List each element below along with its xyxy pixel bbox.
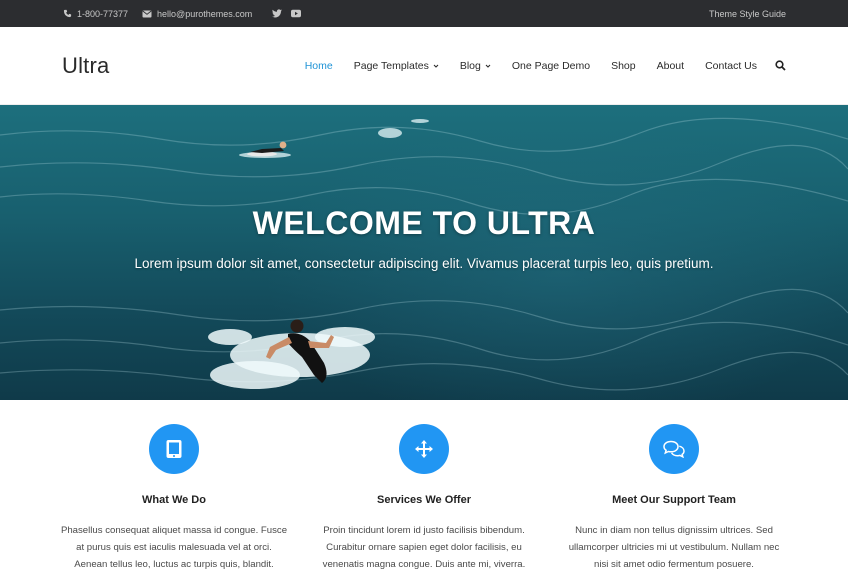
features-section: What We Do Phasellus consequat aliquet m…: [0, 400, 848, 582]
hero-banner: WELCOME TO ULTRA Lorem ipsum dolor sit a…: [0, 105, 848, 400]
nav-label: Shop: [611, 59, 636, 72]
site-logo[interactable]: Ultra: [62, 53, 109, 79]
phone-number: 1-800-77377: [77, 8, 129, 19]
ocean-surfers-image: [0, 117, 848, 391]
email-contact[interactable]: hello@purothemes.com: [142, 9, 252, 19]
feature-title: Meet Our Support Team: [612, 494, 736, 506]
tablet-icon: [166, 440, 182, 458]
feature-text-line: venenatis magna congue. Duis ante mi, vi…: [322, 559, 526, 570]
mail-icon: [142, 9, 152, 19]
nav-item-contact-us[interactable]: Contact Us: [705, 60, 757, 72]
feature-icon-circle: [399, 424, 449, 474]
chevron-down-icon: [485, 64, 491, 68]
feature-services-we-offer: Services We Offer Proin tincidunt lorem …: [299, 400, 549, 582]
phone-icon: [62, 9, 72, 19]
move-arrows-icon: [415, 440, 433, 458]
feature-text: Phasellus consequat aliquet massa id con…: [49, 522, 299, 573]
hero-title: WELCOME TO ULTRA: [252, 205, 596, 241]
top-bar: 1-800-77377 hello@purothemes.com Theme S…: [0, 0, 848, 27]
youtube-icon[interactable]: [291, 9, 302, 19]
feature-text-line: Aenean tellus leo, luctus ac turpis quis…: [74, 559, 274, 570]
feature-what-we-do: What We Do Phasellus consequat aliquet m…: [49, 400, 299, 582]
chevron-down-icon: [433, 64, 439, 68]
twitter-icon[interactable]: [272, 9, 283, 19]
nav-item-home[interactable]: Home: [305, 60, 333, 72]
nav-label: One Page Demo: [511, 59, 591, 72]
nav-label: Home: [304, 59, 333, 72]
feature-text: Proin tincidunt lorem id justo facilisis…: [299, 522, 549, 573]
nav-item-blog[interactable]: Blog: [460, 60, 491, 72]
nav-item-one-page-demo[interactable]: One Page Demo: [512, 60, 590, 72]
phone-contact[interactable]: 1-800-77377: [62, 9, 128, 19]
nav-item-shop[interactable]: Shop: [611, 60, 636, 72]
feature-text-line: Curabitur ornare sapien eget dolor facil…: [326, 542, 522, 553]
nav-item-about[interactable]: About: [657, 60, 684, 72]
hero-subtitle: Lorem ipsum dolor sit amet, consectetur …: [134, 256, 714, 271]
theme-style-guide-link[interactable]: Theme Style Guide: [709, 9, 786, 19]
search-icon[interactable]: [775, 60, 786, 71]
feature-text-line: Nunc in diam non tellus dignissim ultric…: [575, 525, 773, 536]
main-nav: Home Page Templates Blog One Page Demo S…: [284, 60, 786, 72]
nav-label: Contact Us: [705, 59, 757, 72]
nav-label: About: [656, 59, 685, 72]
feature-title: What We Do: [142, 494, 206, 506]
nav-item-page-templates[interactable]: Page Templates: [354, 60, 439, 72]
feature-text: Nunc in diam non tellus dignissim ultric…: [549, 522, 799, 573]
nav-label: Page Templates: [353, 59, 429, 72]
site-header: Ultra Home Page Templates Blog One Page …: [0, 27, 848, 105]
email-address: hello@purothemes.com: [157, 8, 253, 19]
feature-text-line: nisi sit amet odio fermentum posuere.: [594, 559, 754, 570]
feature-support-team: Meet Our Support Team Nunc in diam non t…: [549, 400, 799, 582]
feature-title: Services We Offer: [377, 494, 471, 506]
chat-bubbles-icon: [663, 440, 685, 458]
feature-text-line: Phasellus consequat aliquet massa id con…: [60, 525, 288, 536]
nav-label: Blog: [459, 59, 481, 72]
social-links: [272, 9, 302, 19]
feature-text-line: at purus quis est iaculis malesuada vel …: [76, 542, 272, 553]
feature-icon-circle: [149, 424, 199, 474]
feature-icon-circle: [649, 424, 699, 474]
feature-text-line: Proin tincidunt lorem id justo facilisis…: [323, 525, 525, 536]
feature-text-line: ullamcorper ultricies mi ut vestibulum. …: [568, 542, 780, 553]
